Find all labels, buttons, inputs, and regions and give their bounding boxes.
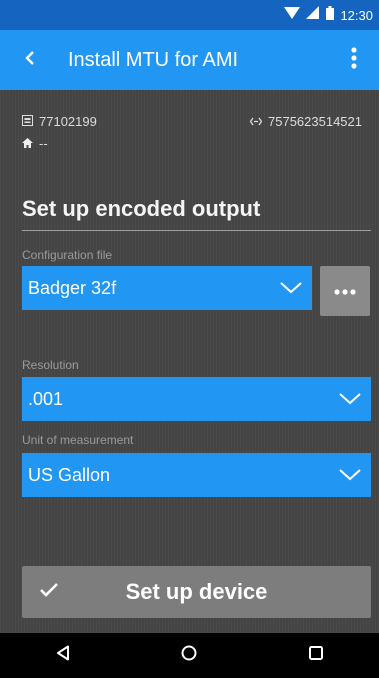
- page-title: Install MTU for AMI: [68, 48, 239, 71]
- check-icon: [39, 582, 59, 603]
- unit-of-measurement-value: US Gallon: [28, 464, 111, 485]
- device-info-row: 77102199 7575623514521: [22, 114, 362, 129]
- chevron-down-icon: [280, 278, 302, 299]
- battery-icon: [326, 5, 335, 25]
- configuration-file-value: Badger 32f: [28, 277, 117, 298]
- more-horizontal-icon: [334, 282, 356, 300]
- status-time: 12:30: [340, 7, 373, 23]
- more-options-button[interactable]: [320, 266, 370, 316]
- system-nav-bar: [0, 633, 379, 678]
- wifi-icon: [284, 6, 301, 25]
- address-value: --: [39, 136, 48, 151]
- configuration-file-select[interactable]: Badger 32f: [22, 266, 312, 310]
- unit-of-measurement-select[interactable]: US Gallon: [22, 453, 371, 497]
- nav-recents-button[interactable]: [286, 633, 346, 678]
- back-button[interactable]: [0, 30, 60, 90]
- set-up-device-button[interactable]: Set up device: [22, 566, 371, 618]
- status-bar: 12:30: [0, 0, 379, 30]
- recents-square-icon: [308, 646, 323, 665]
- mtu-id: 7575623514521: [249, 114, 362, 129]
- meter-id: 77102199: [22, 114, 97, 129]
- address-row: --: [22, 136, 48, 151]
- home-icon: [22, 136, 33, 151]
- meter-icon: [22, 114, 33, 129]
- app-bar: Install MTU for AMI: [0, 30, 379, 90]
- chevron-down-icon: [339, 389, 361, 410]
- signal-icon: [306, 5, 320, 25]
- meter-id-value: 77102199: [39, 114, 97, 129]
- chevron-down-icon: [339, 465, 361, 486]
- section-divider: [22, 230, 371, 231]
- nav-home-button[interactable]: [159, 633, 219, 678]
- resolution-select[interactable]: .001: [22, 377, 371, 421]
- back-triangle-icon: [56, 645, 70, 666]
- configuration-file-label: Configuration file: [22, 248, 113, 262]
- content-area: 77102199 7575623514521 -- Set up encoded…: [0, 90, 379, 633]
- chevron-left-icon: [24, 49, 36, 72]
- home-circle-icon: [181, 645, 197, 666]
- overflow-menu-button[interactable]: [329, 30, 379, 90]
- unit-of-measurement-label: Unit of measurement: [22, 433, 134, 447]
- resolution-label: Resolution: [22, 358, 79, 372]
- set-up-device-label: Set up device: [125, 579, 268, 604]
- resolution-value: .001: [28, 388, 64, 409]
- mtu-id-value: 7575623514521: [268, 114, 362, 129]
- section-title: Set up encoded output: [22, 196, 261, 221]
- nav-back-button[interactable]: [33, 633, 93, 678]
- overflow-menu-icon: [351, 46, 357, 74]
- transmitter-icon: [249, 114, 263, 129]
